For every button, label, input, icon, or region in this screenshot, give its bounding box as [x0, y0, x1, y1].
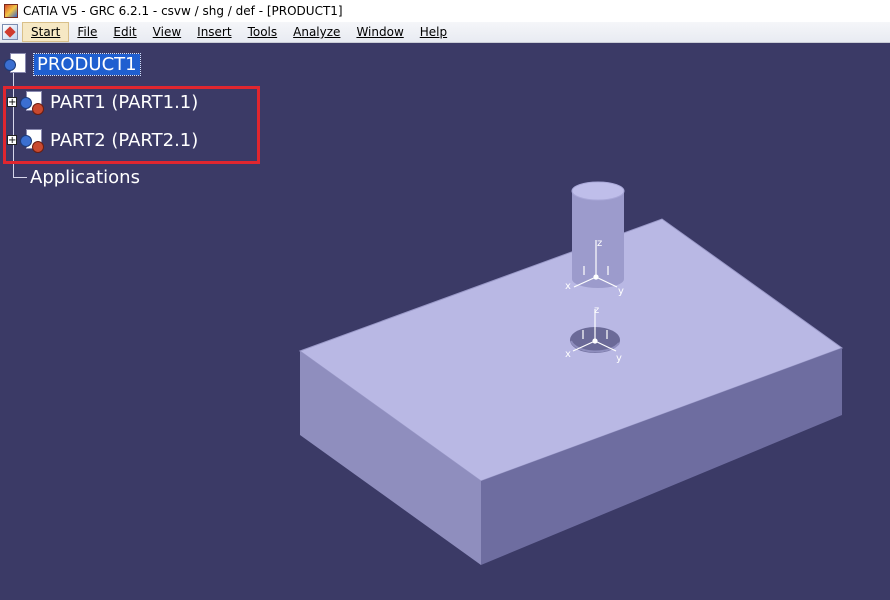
- axis-y-label-1: y: [618, 286, 624, 297]
- product1-label[interactable]: PRODUCT1: [33, 52, 141, 76]
- axis-y-label-2: y: [616, 353, 622, 364]
- tree-connector-apps: [13, 177, 27, 178]
- menu-file[interactable]: File: [69, 23, 105, 41]
- red-highlight-box: [3, 86, 260, 164]
- axis-z-label-1: z: [597, 238, 602, 249]
- menu-view[interactable]: View: [145, 23, 189, 41]
- cylinder-top[interactable]: [571, 181, 625, 201]
- 3d-viewport[interactable]: z x y z x y PRODUCT1 + PART1 (PART1.1) +: [0, 43, 890, 600]
- menu-edit[interactable]: Edit: [105, 23, 144, 41]
- window-title: CATIA V5 - GRC 6.2.1 - csvw / shg / def …: [23, 4, 343, 18]
- menu-insert[interactable]: Insert: [189, 23, 239, 41]
- cylinder-body[interactable]: [572, 191, 624, 279]
- window-titlebar: CATIA V5 - GRC 6.2.1 - csvw / shg / def …: [0, 0, 890, 23]
- menu-window[interactable]: Window: [348, 23, 411, 41]
- menu-tools[interactable]: Tools: [240, 23, 286, 41]
- axis-x-label-1: x: [565, 281, 571, 292]
- tree-node-applications[interactable]: Applications: [30, 167, 140, 188]
- applications-label[interactable]: Applications: [30, 167, 140, 188]
- cylinder-bottom: [572, 270, 624, 288]
- menu-bar: Start File Edit View Insert Tools Analyz…: [0, 22, 890, 43]
- specification-tree: PRODUCT1 + PART1 (PART1.1) + PART2 (PART…: [0, 43, 300, 203]
- start-menu-icon[interactable]: [2, 24, 18, 40]
- tree-node-product1[interactable]: PRODUCT1: [4, 52, 141, 76]
- menu-analyze[interactable]: Analyze: [285, 23, 348, 41]
- axis-x-label-2: x: [565, 349, 571, 360]
- menu-start[interactable]: Start: [22, 22, 70, 42]
- menu-help[interactable]: Help: [412, 23, 455, 41]
- axis-z-label-2: z: [594, 305, 599, 316]
- catia-app-icon: [4, 4, 18, 18]
- product-icon: [4, 53, 30, 75]
